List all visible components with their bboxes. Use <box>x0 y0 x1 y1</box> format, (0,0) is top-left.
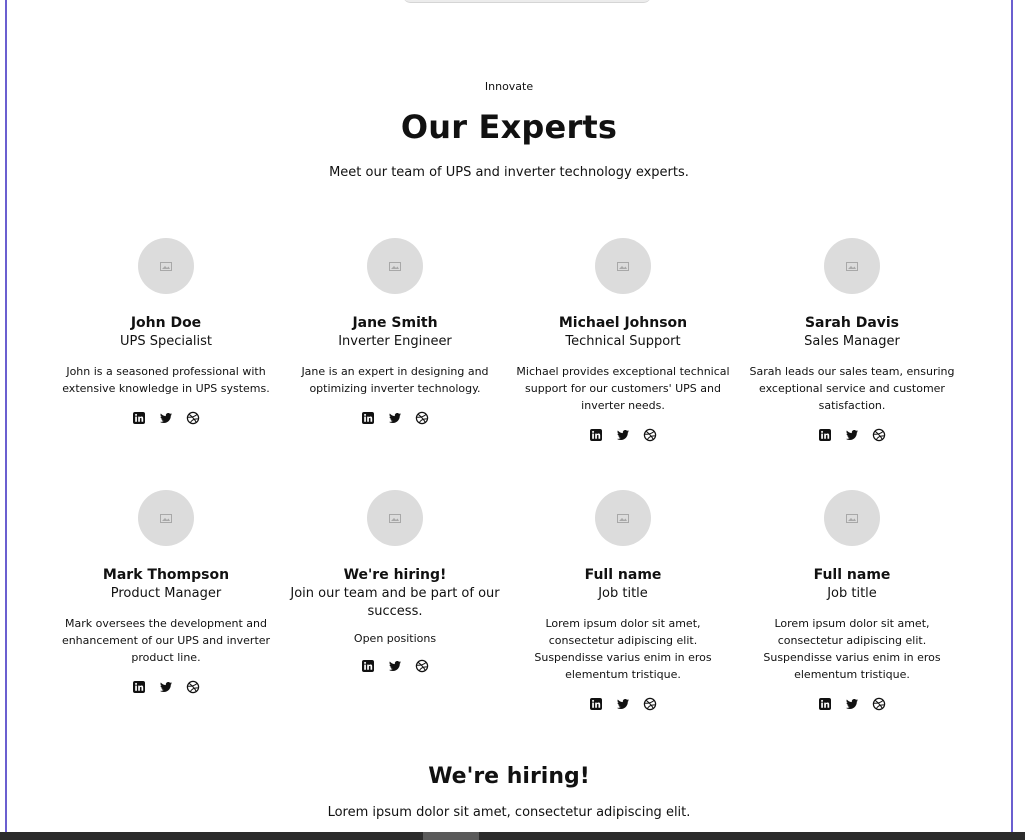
social-links <box>281 411 509 425</box>
team-card-full-name-1: Full name Job title Lorem ipsum dolor si… <box>509 490 737 711</box>
image-placeholder-icon <box>617 261 629 271</box>
image-placeholder-icon <box>160 513 172 523</box>
member-description: Jane is an expert in designing and optim… <box>301 365 489 395</box>
open-positions-link[interactable]: Open positions <box>281 632 509 645</box>
dribbble-icon[interactable] <box>872 697 886 711</box>
twitter-icon[interactable] <box>616 428 630 442</box>
twitter-icon[interactable] <box>845 428 859 442</box>
member-role: Job title <box>827 586 877 601</box>
image-placeholder-icon <box>160 261 172 271</box>
team-card-michael-johnson: Michael Johnson Technical Support Michae… <box>509 238 737 442</box>
social-links <box>738 697 966 711</box>
member-name: Full name <box>584 567 662 583</box>
taskbar-active-item[interactable] <box>423 832 479 840</box>
section-title: Our Experts <box>400 108 618 146</box>
hiring-card-title: We're hiring! <box>343 567 447 583</box>
team-card-sarah-davis: Sarah Davis Sales Manager Sarah leads ou… <box>738 238 966 442</box>
member-description: Sarah leads our sales team, ensuring exc… <box>749 365 955 412</box>
member-role: UPS Specialist <box>119 334 213 349</box>
team-card-mark-thompson: Mark Thompson Product Manager Mark overs… <box>52 490 280 694</box>
member-name: Michael Johnson <box>558 315 688 331</box>
dribbble-icon[interactable] <box>415 411 429 425</box>
avatar <box>367 490 423 546</box>
twitter-icon[interactable] <box>845 697 859 711</box>
image-placeholder-icon <box>846 513 858 523</box>
member-description: Mark oversees the development and enhanc… <box>61 617 271 664</box>
dribbble-icon[interactable] <box>186 411 200 425</box>
top-button-partial[interactable] <box>403 0 651 3</box>
dribbble-icon[interactable] <box>872 428 886 442</box>
image-placeholder-icon <box>846 261 858 271</box>
member-role: Technical Support <box>565 334 681 349</box>
member-role: Job title <box>598 586 648 601</box>
linkedin-icon[interactable] <box>132 680 146 694</box>
page-frame: Innovate Our Experts Meet our team of UP… <box>0 0 1025 840</box>
team-card-full-name-2: Full name Job title Lorem ipsum dolor si… <box>738 490 966 711</box>
twitter-icon[interactable] <box>616 697 630 711</box>
linkedin-icon[interactable] <box>818 697 832 711</box>
hiring-section-subtitle: Lorem ipsum dolor sit amet, consectetur … <box>327 805 691 820</box>
member-role: Product Manager <box>110 586 222 601</box>
section-tagline: Innovate <box>484 80 534 93</box>
avatar <box>138 238 194 294</box>
social-links <box>52 411 280 425</box>
hiring-card: We're hiring! Join our team and be part … <box>281 490 509 673</box>
member-description: Michael provides exceptional technical s… <box>516 365 730 412</box>
twitter-icon[interactable] <box>388 411 402 425</box>
twitter-icon[interactable] <box>159 680 173 694</box>
section-subtitle: Meet our team of UPS and inverter techno… <box>329 165 689 180</box>
social-links <box>281 659 509 673</box>
member-description: Lorem ipsum dolor sit amet, consectetur … <box>534 617 712 681</box>
member-name: Jane Smith <box>352 315 438 331</box>
team-card-john-doe: John Doe UPS Specialist John is a season… <box>52 238 280 425</box>
image-placeholder-icon <box>389 513 401 523</box>
hiring-card-text: Join our team and be part of our success… <box>290 586 500 619</box>
hiring-section-title: We're hiring! <box>428 764 590 789</box>
social-links <box>509 697 737 711</box>
avatar <box>595 490 651 546</box>
dribbble-icon[interactable] <box>186 680 200 694</box>
linkedin-icon[interactable] <box>361 659 375 673</box>
social-links <box>509 428 737 442</box>
taskbar <box>0 832 1025 840</box>
team-card-jane-smith: Jane Smith Inverter Engineer Jane is an … <box>281 238 509 425</box>
linkedin-icon[interactable] <box>589 428 603 442</box>
member-description: John is a seasoned professional with ext… <box>62 365 270 395</box>
image-placeholder-icon <box>617 513 629 523</box>
avatar <box>595 238 651 294</box>
member-name: Full name <box>813 567 891 583</box>
twitter-icon[interactable] <box>388 659 402 673</box>
member-name: Mark Thompson <box>102 567 230 583</box>
linkedin-icon[interactable] <box>818 428 832 442</box>
avatar <box>824 490 880 546</box>
dribbble-icon[interactable] <box>415 659 429 673</box>
linkedin-icon[interactable] <box>589 697 603 711</box>
linkedin-icon[interactable] <box>132 411 146 425</box>
twitter-icon[interactable] <box>159 411 173 425</box>
member-role: Sales Manager <box>804 334 900 349</box>
avatar <box>367 238 423 294</box>
avatar <box>138 490 194 546</box>
dribbble-icon[interactable] <box>643 697 657 711</box>
social-links <box>738 428 966 442</box>
member-description: Lorem ipsum dolor sit amet, consectetur … <box>763 617 941 681</box>
member-name: John Doe <box>130 315 202 331</box>
dribbble-icon[interactable] <box>643 428 657 442</box>
avatar <box>824 238 880 294</box>
social-links <box>52 680 280 694</box>
member-role: Inverter Engineer <box>338 334 452 349</box>
member-name: Sarah Davis <box>804 315 900 331</box>
linkedin-icon[interactable] <box>361 411 375 425</box>
image-placeholder-icon <box>389 261 401 271</box>
